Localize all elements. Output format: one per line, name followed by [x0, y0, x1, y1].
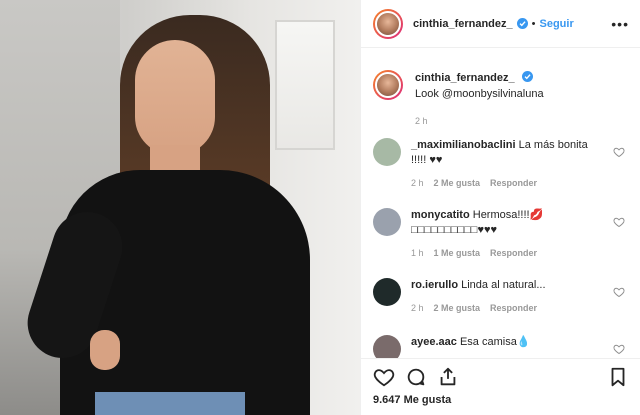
post-header: cinthia_fernandez_ • Seguir ••• — [361, 0, 640, 48]
like-comment-heart-icon[interactable] — [613, 216, 625, 228]
like-comment-heart-icon[interactable] — [613, 286, 625, 298]
comment-time[interactable]: 2 h — [411, 176, 424, 191]
caption-author-avatar[interactable] — [373, 70, 403, 100]
post-action-bar — [361, 358, 640, 394]
comment-text: Linda al natural... — [461, 279, 546, 291]
bookmark-icon[interactable] — [607, 366, 629, 388]
like-comment-heart-icon[interactable] — [613, 146, 625, 158]
likes-count[interactable]: 9.647 Me gusta — [373, 394, 451, 406]
caption-timestamp[interactable]: 2 h — [415, 116, 428, 126]
comments-section: cinthia_fernandez_ Look @moonbysilvinalu… — [361, 48, 640, 358]
comment-likes[interactable]: 2 Me gusta — [434, 301, 481, 316]
commenter-avatar[interactable] — [373, 335, 401, 358]
photo-jeans — [95, 392, 245, 415]
caption-username[interactable]: cinthia_fernandez_ — [415, 72, 515, 84]
post-side-panel: cinthia_fernandez_ • Seguir ••• cinthia_… — [360, 0, 640, 415]
post-caption: cinthia_fernandez_ Look @moonbysilvinalu… — [373, 70, 629, 126]
comment-item: _maximilianobaclini La más bonita !!!!! … — [373, 138, 629, 191]
comment-likes[interactable]: 2 Me gusta — [434, 176, 481, 191]
comment-time[interactable]: 1 h — [411, 246, 424, 261]
comment-text: Esa camisa💧 — [459, 336, 531, 348]
commenter-username[interactable]: ro.ierullo — [411, 279, 458, 291]
comment-icon[interactable] — [405, 366, 427, 388]
commenter-username[interactable]: ayee.aac — [411, 336, 457, 348]
reply-button[interactable]: Responder — [490, 176, 537, 191]
heart-icon[interactable] — [373, 366, 395, 388]
author-avatar[interactable] — [373, 8, 403, 39]
comment-item: ro.ierullo Linda al natural... 2 h 2 Me … — [373, 278, 629, 316]
verified-badge-icon — [521, 71, 533, 82]
commenter-avatar[interactable] — [373, 138, 401, 166]
commenter-avatar[interactable] — [373, 278, 401, 306]
commenter-username[interactable]: _maximilianobaclini — [411, 139, 516, 151]
commenter-avatar[interactable] — [373, 208, 401, 236]
share-icon[interactable] — [437, 366, 459, 388]
more-options-icon[interactable]: ••• — [611, 16, 629, 32]
caption-text-block: cinthia_fernandez_ Look @moonbysilvinalu… — [415, 70, 544, 102]
author-username[interactable]: cinthia_fernandez_ — [413, 18, 513, 30]
follow-button[interactable]: Seguir — [540, 18, 574, 30]
comment-time[interactable]: 2 h — [411, 301, 424, 316]
comment-likes[interactable]: 1 Me gusta — [434, 246, 481, 261]
verified-badge-icon — [516, 18, 528, 29]
commenter-username[interactable]: monycatito — [411, 209, 470, 221]
caption-text: Look @moonbysilvinaluna — [415, 88, 544, 100]
post-photo — [0, 0, 360, 415]
photo-hand — [90, 330, 120, 370]
photo-face — [135, 40, 215, 155]
instagram-post: cinthia_fernandez_ • Seguir ••• cinthia_… — [0, 0, 640, 415]
photo-background-window — [275, 20, 335, 150]
comment-item: monycatito Hermosa!!!!💋□□□□□□□□□□♥♥♥ 1 h… — [373, 208, 629, 261]
comment-item: ayee.aac Esa camisa💧 — [373, 335, 629, 358]
like-comment-heart-icon[interactable] — [613, 343, 625, 355]
reply-button[interactable]: Responder — [490, 301, 537, 316]
reply-button[interactable]: Responder — [490, 246, 537, 261]
header-separator: • — [531, 17, 536, 30]
